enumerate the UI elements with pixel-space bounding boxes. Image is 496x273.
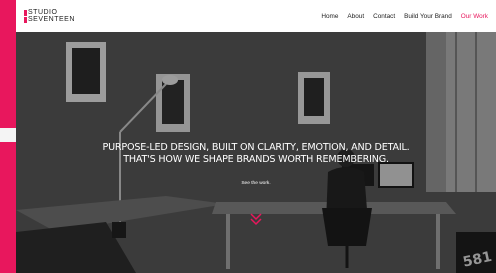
left-accent-gap — [0, 128, 16, 142]
nav-item-build-your-brand[interactable]: Build Your Brand — [404, 13, 452, 20]
main-nav: Home About Contact Build Your Brand Our … — [312, 13, 488, 20]
hero-headline: PURPOSE-LED DESIGN, BUILT ON CLARITY, EM… — [16, 142, 496, 166]
hero-headline-line-2: THAT'S HOW WE SHAPE BRANDS WORTH REMEMBE… — [123, 154, 389, 165]
see-the-work-link[interactable]: See the work. — [16, 181, 496, 186]
double-chevron-down-icon[interactable] — [250, 212, 262, 226]
logo-line-2: SEVENTEEN — [24, 16, 75, 23]
logo-mark-icon — [24, 9, 27, 16]
logo-line-1: STUDIO — [24, 9, 75, 16]
nav-item-our-work[interactable]: Our Work — [461, 13, 488, 20]
logo-text-studio: STUDIO — [28, 9, 58, 16]
left-accent-bar — [0, 0, 16, 128]
logo-text-seventeen: SEVENTEEN — [28, 16, 75, 23]
hero-headline-line-1: PURPOSE-LED DESIGN, BUILT ON CLARITY, EM… — [102, 142, 410, 153]
logo-mark-icon — [24, 16, 27, 23]
nav-item-home[interactable]: Home — [321, 13, 338, 20]
site-logo[interactable]: STUDIO SEVENTEEN — [24, 9, 75, 23]
nav-item-about[interactable]: About — [347, 13, 364, 20]
hero-section: 581 PURPOSE-LED DESIGN, BUILT ON CLARITY… — [16, 32, 496, 273]
left-accent-bar-lower — [0, 142, 16, 273]
site-header: STUDIO SEVENTEEN Home About Contact Buil… — [16, 0, 496, 33]
nav-item-contact[interactable]: Contact — [373, 13, 395, 20]
page: STUDIO SEVENTEEN Home About Contact Buil… — [0, 0, 496, 273]
